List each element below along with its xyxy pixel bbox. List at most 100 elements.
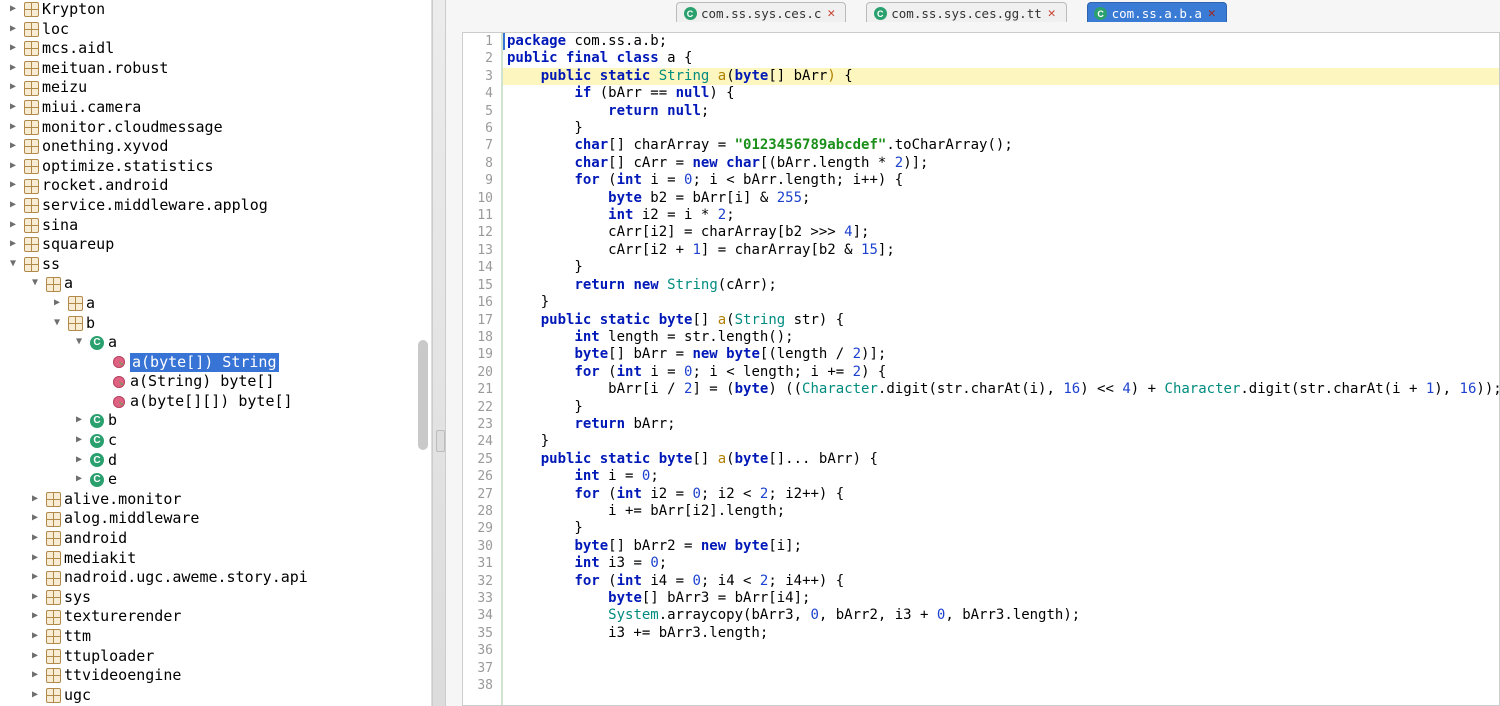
code-line[interactable]: int length = str.length();: [503, 329, 1499, 346]
project-tree[interactable]: ▶Krypton▶loc▶mcs.aidl▶meituan.robust▶mei…: [0, 0, 431, 706]
tree-item[interactable]: ▶android: [2, 529, 431, 549]
chevron-right-icon[interactable]: ▶: [28, 528, 42, 548]
tree-item[interactable]: ▼ss: [2, 255, 431, 275]
tree-item[interactable]: ▶d: [2, 451, 431, 471]
tree-item[interactable]: ▶sys: [2, 588, 431, 608]
chevron-down-icon[interactable]: ▼: [6, 254, 20, 274]
tree-item[interactable]: ▶mediakit: [2, 549, 431, 569]
code-line[interactable]: int i2 = i * 2;: [503, 207, 1499, 224]
chevron-right-icon[interactable]: ▶: [28, 646, 42, 666]
chevron-right-icon[interactable]: ▶: [28, 665, 42, 685]
chevron-right-icon[interactable]: ▶: [6, 175, 20, 195]
tree-item[interactable]: ▶texturerender: [2, 607, 431, 627]
tree-item[interactable]: ▼a: [2, 333, 431, 353]
code-line[interactable]: byte b2 = bArr[i] & 255;: [503, 190, 1499, 207]
tree-item[interactable]: ▶meituan.robust: [2, 59, 431, 79]
chevron-right-icon[interactable]: ▶: [6, 195, 20, 215]
tree-item[interactable]: ▶c: [2, 431, 431, 451]
code-line[interactable]: return new String(cArr);: [503, 277, 1499, 294]
chevron-right-icon[interactable]: ▶: [6, 234, 20, 254]
chevron-right-icon[interactable]: ▶: [6, 117, 20, 137]
code-line[interactable]: int i3 = 0;: [503, 555, 1499, 572]
chevron-right-icon[interactable]: ▶: [28, 508, 42, 528]
code-line[interactable]: char[] charArray = "0123456789abcdef".to…: [503, 137, 1499, 154]
code-line[interactable]: return null;: [503, 103, 1499, 120]
tree-item[interactable]: ▶a(byte[]) String: [2, 353, 431, 373]
chevron-right-icon[interactable]: ▶: [6, 136, 20, 156]
code-line[interactable]: cArr[i2 + 1] = charArray[b2 & 15];: [503, 242, 1499, 259]
chevron-right-icon[interactable]: ▶: [6, 19, 20, 39]
tree-item[interactable]: ▶ugc: [2, 686, 431, 706]
chevron-right-icon[interactable]: ▶: [72, 469, 86, 489]
tree-item[interactable]: ▶mcs.aidl: [2, 39, 431, 59]
chevron-right-icon[interactable]: ▶: [72, 450, 86, 470]
chevron-right-icon[interactable]: ▶: [28, 606, 42, 626]
code-line[interactable]: i3 += bArr3.length;: [503, 625, 1499, 642]
close-icon[interactable]: ✕: [827, 6, 835, 21]
tree-item[interactable]: ▶alog.middleware: [2, 509, 431, 529]
chevron-right-icon[interactable]: ▶: [6, 38, 20, 58]
code-line[interactable]: for (int i4 = 0; i4 < 2; i4++) {: [503, 573, 1499, 590]
tree-item[interactable]: ▼b: [2, 314, 431, 334]
chevron-right-icon[interactable]: ▶: [6, 97, 20, 117]
editor-tab[interactable]: com.ss.a.b.a✕: [1087, 2, 1227, 22]
tree-item[interactable]: ▶monitor.cloudmessage: [2, 118, 431, 138]
tree-item[interactable]: ▶sina: [2, 216, 431, 236]
editor-tab[interactable]: com.ss.sys.ces.gg.tt✕: [866, 2, 1066, 22]
code-line[interactable]: for (int i = 0; i < bArr.length; i++) {: [503, 172, 1499, 189]
tree-item[interactable]: ▶e: [2, 470, 431, 490]
chevron-right-icon[interactable]: ▶: [28, 587, 42, 607]
code-line[interactable]: cArr[i2] = charArray[b2 >>> 4];: [503, 224, 1499, 241]
tree-item[interactable]: ▶Krypton: [2, 0, 431, 20]
tree-item[interactable]: ▶a(byte[][]) byte[]: [2, 392, 431, 412]
code-line[interactable]: for (int i = 0; i < length; i += 2) {: [503, 364, 1499, 381]
tree-item[interactable]: ▶squareup: [2, 235, 431, 255]
editor-tab[interactable]: com.ss.sys.ces.c✕: [676, 2, 846, 22]
chevron-right-icon[interactable]: ▶: [72, 410, 86, 430]
chevron-right-icon[interactable]: ▶: [6, 58, 20, 78]
chevron-down-icon[interactable]: ▼: [28, 273, 42, 293]
chevron-right-icon[interactable]: ▶: [6, 215, 20, 235]
code-line[interactable]: if (bArr == null) {: [503, 85, 1499, 102]
code-line[interactable]: return bArr;: [503, 416, 1499, 433]
code-line[interactable]: byte[] bArr3 = bArr[i4];: [503, 590, 1499, 607]
code-line[interactable]: public static String a(byte[] bArr) {: [503, 68, 1499, 85]
code-line[interactable]: int i = 0;: [503, 468, 1499, 485]
tree-item[interactable]: ▶a(String) byte[]: [2, 372, 431, 392]
chevron-right-icon[interactable]: ▶: [28, 567, 42, 587]
chevron-down-icon[interactable]: ▼: [50, 313, 64, 333]
chevron-right-icon[interactable]: ▶: [6, 77, 20, 97]
splitter-handle[interactable]: [432, 0, 446, 706]
chevron-down-icon[interactable]: ▼: [72, 332, 86, 352]
chevron-right-icon[interactable]: ▶: [28, 685, 42, 705]
code-line[interactable]: char[] cArr = new char[(bArr.length * 2)…: [503, 155, 1499, 172]
code-line[interactable]: bArr[i / 2] = (byte) ((Character.digit(s…: [503, 381, 1499, 398]
code-line[interactable]: }: [503, 259, 1499, 276]
code-line[interactable]: i += bArr[i2].length;: [503, 503, 1499, 520]
code-line[interactable]: }: [503, 120, 1499, 137]
tree-item[interactable]: ▶b: [2, 411, 431, 431]
code-editor[interactable]: 1234567891011121314151617181920212223242…: [462, 32, 1500, 706]
code-line[interactable]: }: [503, 433, 1499, 450]
code-line[interactable]: for (int i2 = 0; i2 < 2; i2++) {: [503, 486, 1499, 503]
code-line[interactable]: }: [503, 520, 1499, 537]
tree-item[interactable]: ▶nadroid.ugc.aweme.story.api: [2, 568, 431, 588]
chevron-right-icon[interactable]: ▶: [72, 430, 86, 450]
chevron-right-icon[interactable]: ▶: [50, 293, 64, 313]
tree-item[interactable]: ▶ttm: [2, 627, 431, 647]
tree-item[interactable]: ▶onething.xyvod: [2, 137, 431, 157]
tree-item[interactable]: ▶optimize.statistics: [2, 157, 431, 177]
tree-item[interactable]: ▼a: [2, 274, 431, 294]
close-icon[interactable]: ✕: [1208, 6, 1216, 21]
chevron-right-icon[interactable]: ▶: [28, 626, 42, 646]
tree-item[interactable]: ▶a: [2, 294, 431, 314]
code-area[interactable]: package com.ss.a.b;public final class a …: [503, 33, 1499, 705]
code-line[interactable]: }: [503, 399, 1499, 416]
chevron-right-icon[interactable]: ▶: [28, 548, 42, 568]
code-line[interactable]: public static byte[] a(byte[]... bArr) {: [503, 451, 1499, 468]
tree-item[interactable]: ▶meizu: [2, 78, 431, 98]
tree-item[interactable]: ▶ttvideoengine: [2, 666, 431, 686]
tree-item[interactable]: ▶alive.monitor: [2, 490, 431, 510]
tree-item[interactable]: ▶miui.camera: [2, 98, 431, 118]
code-line[interactable]: byte[] bArr2 = new byte[i];: [503, 538, 1499, 555]
